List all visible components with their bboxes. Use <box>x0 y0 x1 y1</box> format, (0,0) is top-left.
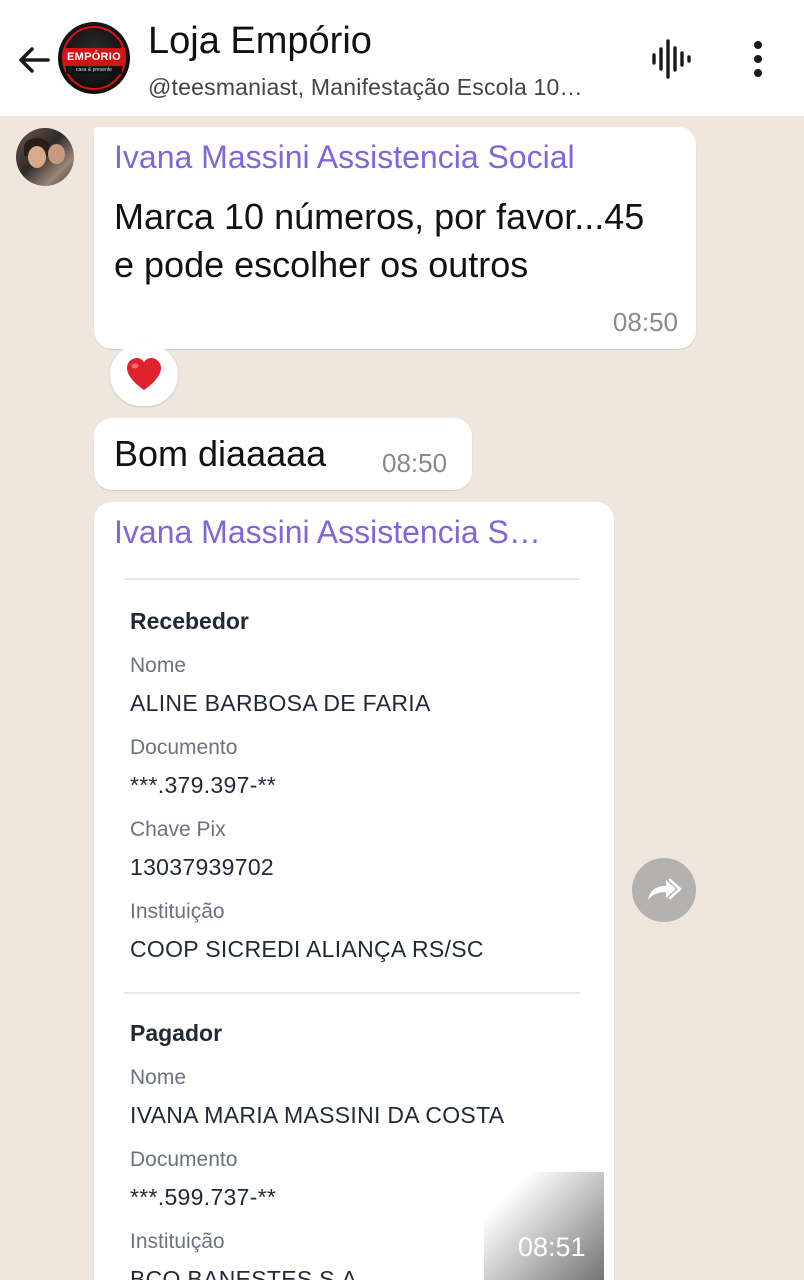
field-label: Documento <box>130 1148 238 1171</box>
message-bubble[interactable]: Ivana Massini Assistencia Social Marca 1… <box>94 127 696 349</box>
chat-title[interactable]: Loja Empório <box>148 20 372 63</box>
message-bubble[interactable]: Bom diaaaaa 08:50 <box>94 418 472 490</box>
voice-wave-icon[interactable] <box>648 36 694 82</box>
message-time: 08:50 <box>382 448 448 478</box>
field-value: ***.599.737-** <box>130 1184 277 1210</box>
field-value: COOP SICREDI ALIANÇA RS/SC <box>130 936 484 962</box>
field-value: ***.379.397-** <box>130 772 277 798</box>
divider <box>124 992 580 994</box>
message-text: Bom diaaaaa <box>114 433 327 474</box>
chat-subtitle[interactable]: @teesmaniast, Manifestação Escola 10… <box>148 74 618 101</box>
field-value: IVANA MARIA MASSINI DA COSTA <box>130 1102 505 1128</box>
message-time: 08:50 <box>612 307 678 337</box>
section-title-recebedor: Recebedor <box>130 608 249 634</box>
message-text: Marca 10 números, por favor...45 e pode … <box>114 196 645 285</box>
back-arrow-icon[interactable] <box>12 38 56 82</box>
forward-icon <box>648 878 682 900</box>
divider <box>124 578 580 580</box>
chat-header: EMPÓRIO casa & presente Loja Empório @te… <box>0 0 804 116</box>
field-label: Chave Pix <box>130 818 226 841</box>
field-label: Documento <box>130 736 238 759</box>
heart-icon <box>127 358 161 390</box>
field-label: Instituição <box>130 1230 225 1253</box>
logo-subtext: casa & presente <box>66 67 122 74</box>
sender-avatar[interactable] <box>16 128 74 186</box>
forward-button[interactable] <box>632 858 696 922</box>
avatar-face <box>28 146 46 168</box>
logo-text: EMPÓRIO <box>63 48 125 66</box>
reaction-badge[interactable] <box>110 344 178 406</box>
field-label: Nome <box>130 1066 187 1089</box>
sender-name[interactable]: Ivana Massini Assistencia Social <box>114 139 575 176</box>
avatar-face <box>48 144 65 164</box>
more-vert-icon[interactable] <box>742 36 774 82</box>
field-value: 13037939702 <box>130 854 275 880</box>
pix-receipt-image[interactable]: Recebedor Nome ALINE BARBOSA DE FARIA Do… <box>104 572 604 1280</box>
field-value: BCO BANESTES S.A. <box>130 1266 364 1280</box>
image-shadow-overlay <box>484 1172 604 1280</box>
group-avatar-logo[interactable]: EMPÓRIO casa & presente <box>58 22 130 94</box>
message-time: 08:51 <box>518 1232 586 1262</box>
field-label: Instituição <box>130 900 225 923</box>
image-message-bubble[interactable]: Ivana Massini Assistencia S… Recebedor N… <box>94 502 614 1280</box>
field-label: Nome <box>130 654 187 677</box>
field-value: ALINE BARBOSA DE FARIA <box>130 690 431 716</box>
sender-name[interactable]: Ivana Massini Assistencia S… <box>114 514 592 551</box>
section-title-pagador: Pagador <box>130 1020 223 1046</box>
